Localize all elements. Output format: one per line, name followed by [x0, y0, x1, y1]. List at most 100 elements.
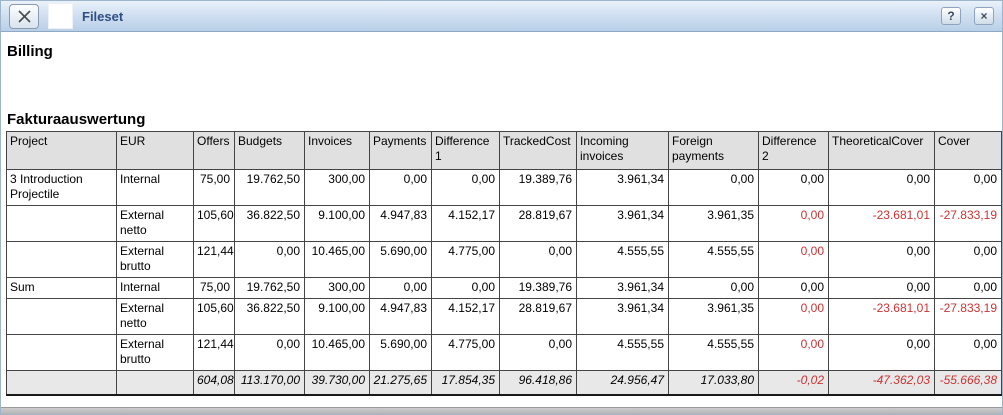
table-cell: Internal	[117, 170, 194, 206]
table-cell: 3.961,35	[669, 299, 759, 335]
table-cell: 4.555,55	[577, 242, 669, 278]
column-header: TheoreticalCover	[829, 132, 935, 170]
table-cell	[7, 335, 117, 371]
table-cell: 0,00	[669, 170, 759, 206]
table-cell: 3.961,34	[577, 170, 669, 206]
table-row: External brutto121,440,0010.465,005.690,…	[7, 335, 1002, 371]
column-header: Difference 2	[759, 132, 829, 170]
table-cell: 0,00	[759, 206, 829, 242]
table-cell: 17.033,80	[669, 371, 759, 396]
table-cell: 19.389,76	[500, 278, 577, 299]
table-cell: 39.730,00	[305, 371, 370, 396]
table-cell	[7, 371, 117, 396]
table-row: SumInternal75,0019.762,50300,000,000,001…	[7, 278, 1002, 299]
window-bottom-edge	[1, 407, 1002, 414]
table-cell: 0,00	[759, 242, 829, 278]
column-header: Incoming invoices	[577, 132, 669, 170]
table-cell: 0,00	[935, 278, 1002, 299]
table-cell: 4.555,55	[577, 335, 669, 371]
table-row: 3 Introduction ProjectileInternal75,0019…	[7, 170, 1002, 206]
close-icon	[17, 9, 32, 24]
table-cell: 36.822,50	[235, 299, 305, 335]
table-cell: 300,00	[305, 170, 370, 206]
column-header: EUR	[117, 132, 194, 170]
table-cell: 105,60	[194, 206, 235, 242]
table-cell: 0,00	[500, 242, 577, 278]
table-cell: 24.956,47	[577, 371, 669, 396]
header-row: ProjectEUROffersBudgetsInvoicesPaymentsD…	[7, 132, 1002, 170]
table-cell: 0,00	[829, 170, 935, 206]
table-cell	[7, 299, 117, 335]
table-cell: 0,00	[935, 242, 1002, 278]
column-header: Offers	[194, 132, 235, 170]
table-cell: 75,00	[194, 278, 235, 299]
table-cell: -23.681,01	[829, 206, 935, 242]
column-header: Invoices	[305, 132, 370, 170]
table-cell	[7, 242, 117, 278]
table-row: External netto105,6036.822,509.100,004.9…	[7, 206, 1002, 242]
table-row: External netto105,6036.822,509.100,004.9…	[7, 299, 1002, 335]
table-cell: 3.961,35	[669, 206, 759, 242]
table-cell: -0,02	[759, 371, 829, 396]
column-header: Difference 1	[432, 132, 500, 170]
table-cell: 4.555,55	[669, 242, 759, 278]
table-cell: 113.170,00	[235, 371, 305, 396]
column-header: Budgets	[235, 132, 305, 170]
close-button-left[interactable]	[9, 4, 39, 29]
column-header: Cover	[935, 132, 1002, 170]
column-header: TrackedCost	[500, 132, 577, 170]
table-cell: 4.555,55	[669, 335, 759, 371]
table-cell: -23.681,01	[829, 299, 935, 335]
table-cell: 19.762,50	[235, 278, 305, 299]
table-cell: 0,00	[935, 335, 1002, 371]
table-cell: 121,44	[194, 242, 235, 278]
table-cell	[7, 206, 117, 242]
table-cell: 21.275,65	[370, 371, 432, 396]
table-cell: 0,00	[432, 170, 500, 206]
table-cell: Sum	[7, 278, 117, 299]
table-cell: 0,00	[935, 170, 1002, 206]
table-cell: 10.465,00	[305, 335, 370, 371]
table-cell: 0,00	[432, 278, 500, 299]
table-cell: 0,00	[370, 170, 432, 206]
table-cell: 75,00	[194, 170, 235, 206]
document-icon	[48, 3, 73, 29]
table-cell: 0,00	[829, 278, 935, 299]
table-cell: Internal	[117, 278, 194, 299]
table-cell: -27.833,19	[935, 206, 1002, 242]
table-cell: -55.666,38	[935, 371, 1002, 396]
close-button[interactable]: ×	[974, 7, 994, 25]
table-cell: 0,00	[500, 335, 577, 371]
column-header: Foreign payments	[669, 132, 759, 170]
table-cell: 4.775,00	[432, 242, 500, 278]
table-cell: 3.961,34	[577, 299, 669, 335]
table-cell: 4.947,83	[370, 206, 432, 242]
table-cell: 0,00	[829, 335, 935, 371]
total-row: 604,08113.170,0039.730,0021.275,6517.854…	[7, 371, 1002, 396]
table-cell: 0,00	[669, 278, 759, 299]
table-cell: 4.152,17	[432, 206, 500, 242]
table-cell: 0,00	[759, 299, 829, 335]
table-cell: External brutto	[117, 242, 194, 278]
table-cell: 9.100,00	[305, 206, 370, 242]
table-cell: External netto	[117, 299, 194, 335]
table-header: ProjectEUROffersBudgetsInvoicesPaymentsD…	[7, 132, 1002, 170]
content-area: Billing Fakturaauswertung ProjectEUROffe…	[1, 32, 1002, 407]
table-cell: 105,60	[194, 299, 235, 335]
table-cell: 0,00	[759, 278, 829, 299]
titlebar: Fileset ? ×	[1, 1, 1002, 32]
table-cell: 0,00	[235, 335, 305, 371]
table-cell: 28.819,67	[500, 206, 577, 242]
table-cell: 0,00	[235, 242, 305, 278]
help-button[interactable]: ?	[941, 7, 961, 25]
table-cell: 36.822,50	[235, 206, 305, 242]
column-header: Project	[7, 132, 117, 170]
table-cell: 0,00	[829, 242, 935, 278]
table-cell: 4.152,17	[432, 299, 500, 335]
column-header: Payments	[370, 132, 432, 170]
table-cell: 121,44	[194, 335, 235, 371]
table-cell: 4.947,83	[370, 299, 432, 335]
table-cell: 300,00	[305, 278, 370, 299]
table-body: 3 Introduction ProjectileInternal75,0019…	[7, 170, 1002, 396]
table-cell	[117, 371, 194, 396]
